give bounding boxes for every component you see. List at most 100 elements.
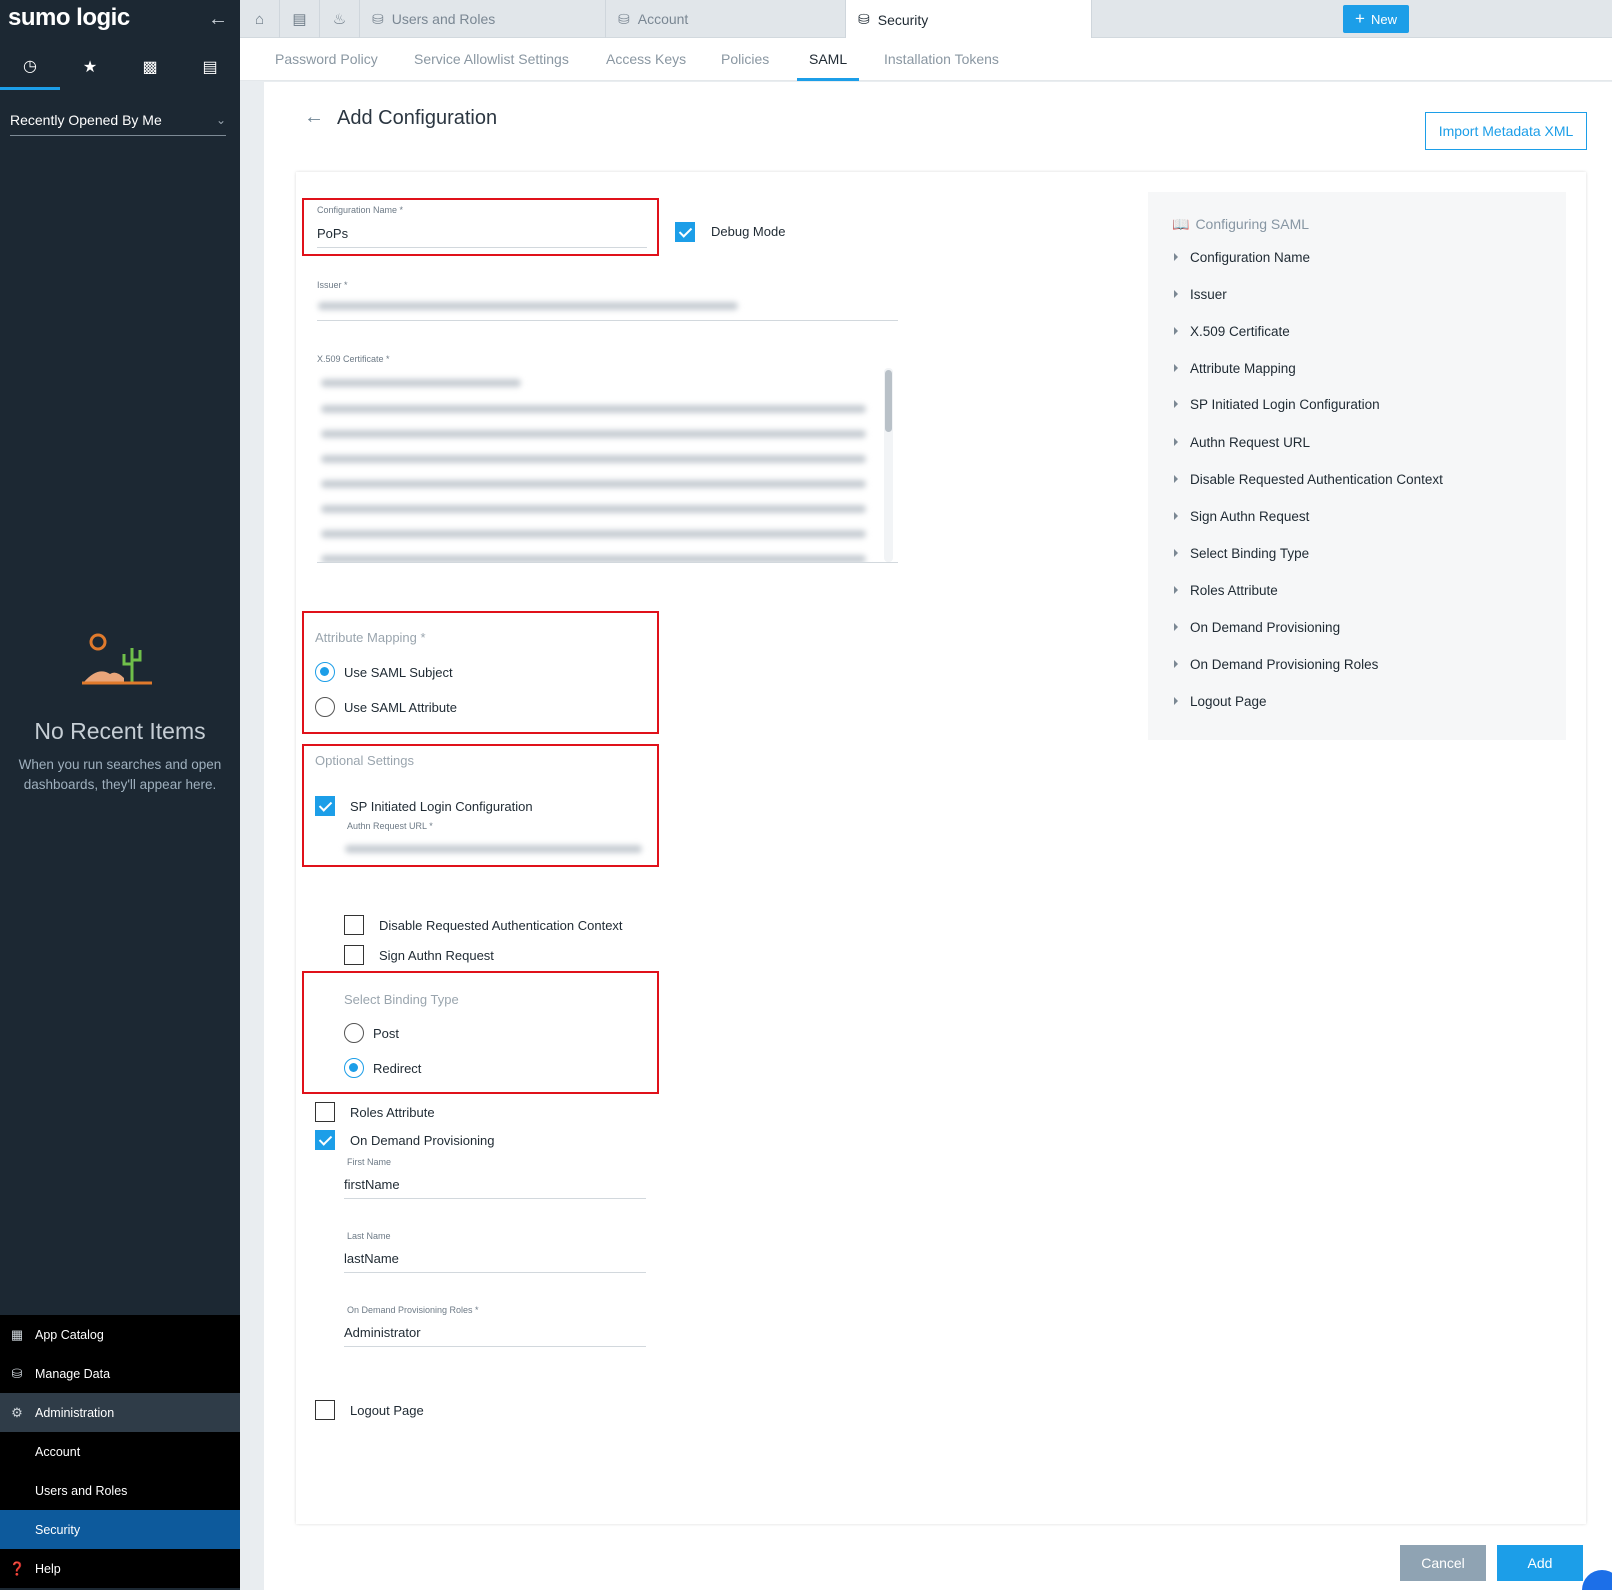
gear-icon: ⚙: [11, 1404, 23, 1420]
caret-right-icon: [1174, 400, 1178, 409]
database-icon: ⛁: [11, 1365, 23, 1381]
bell-icon[interactable]: ♨: [320, 0, 360, 38]
nav-label: Users and Roles: [35, 1483, 128, 1498]
recent-tab-clock-icon[interactable]: ◷: [0, 44, 60, 90]
empty-state: No Recent Items When you run searches an…: [0, 630, 240, 795]
help-link-binding-type[interactable]: Select Binding Type: [1174, 546, 1309, 561]
page-title: Add Configuration: [337, 107, 498, 129]
personal-folder-icon[interactable]: ▩: [120, 44, 180, 90]
help-link-roles-attribute[interactable]: Roles Attribute: [1174, 583, 1278, 598]
nav-manage-data[interactable]: ⛁ Manage Data: [0, 1354, 240, 1393]
first-name-label: First Name: [347, 1157, 392, 1167]
logout-page-checkbox[interactable]: [315, 1400, 335, 1420]
back-arrow-icon[interactable]: ←: [304, 106, 324, 129]
folder-icon[interactable]: ▤: [280, 0, 320, 38]
import-metadata-xml-button[interactable]: Import Metadata XML: [1425, 112, 1587, 150]
recent-filter-select[interactable]: Recently Opened By Me ⌄: [10, 104, 226, 136]
chevron-down-icon: ⌄: [215, 112, 226, 127]
library-folder-icon[interactable]: ▤: [180, 44, 240, 90]
new-tab-button[interactable]: + New: [1343, 5, 1409, 33]
logout-page-label: Logout Page: [350, 1403, 424, 1418]
tab-security[interactable]: ⛁ Security: [846, 0, 1092, 39]
sign-authn-request-checkbox[interactable]: [344, 945, 364, 965]
help-link-on-demand-provisioning[interactable]: On Demand Provisioning: [1174, 620, 1340, 635]
roles-attribute-label: Roles Attribute: [350, 1105, 435, 1120]
nav-security[interactable]: Security: [0, 1510, 240, 1549]
roles-attribute-checkbox[interactable]: [315, 1102, 335, 1122]
nav-users-and-roles[interactable]: Users and Roles: [0, 1471, 240, 1510]
issuer-value-redacted[interactable]: [318, 302, 738, 310]
subnav-password-policy[interactable]: Password Policy: [275, 38, 378, 81]
last-name-input[interactable]: lastName: [344, 1251, 399, 1266]
sidebar-tabs: ◷ ★ ▩ ▤: [0, 44, 240, 90]
debug-mode-label: Debug Mode: [711, 224, 786, 239]
help-link-issuer[interactable]: Issuer: [1174, 287, 1227, 302]
security-subnav: Password Policy Service Allowlist Settin…: [240, 38, 1612, 81]
last-name-label: Last Name: [347, 1231, 391, 1241]
certificate-scrollbar[interactable]: [884, 368, 893, 562]
nav-label: Account: [35, 1444, 81, 1459]
help-link-attribute-mapping[interactable]: Attribute Mapping: [1174, 361, 1296, 376]
help-link-sp-initiated[interactable]: SP Initiated Login Configuration: [1174, 397, 1380, 412]
sidebar: sumo logic ← ◷ ★ ▩ ▤ Recently Opened By …: [0, 0, 240, 1590]
nav-label: Security: [35, 1522, 81, 1537]
database-icon: ⛁: [618, 10, 630, 27]
nav-administration[interactable]: ⚙ Administration: [0, 1393, 240, 1432]
database-icon: ⛁: [858, 11, 870, 27]
certificate-label: X.509 Certificate *: [317, 354, 390, 364]
caret-right-icon: [1174, 438, 1178, 447]
subnav-installation-tokens[interactable]: Installation Tokens: [884, 38, 999, 81]
use-saml-subject-radio[interactable]: [315, 662, 335, 682]
on-demand-provisioning-label: On Demand Provisioning: [350, 1133, 495, 1148]
nav-app-catalog[interactable]: ▦ App Catalog: [0, 1315, 240, 1354]
odp-roles-underline: [344, 1346, 646, 1347]
subnav-saml[interactable]: SAML: [797, 38, 860, 81]
help-link-odp-roles[interactable]: On Demand Provisioning Roles: [1174, 657, 1378, 672]
authn-request-url-label: Authn Request URL *: [347, 821, 433, 831]
cancel-button[interactable]: Cancel: [1400, 1545, 1486, 1581]
first-name-input[interactable]: firstName: [344, 1177, 400, 1192]
help-link-configuration-name[interactable]: Configuration Name: [1174, 250, 1310, 265]
help-link-logout-page[interactable]: Logout Page: [1174, 694, 1267, 709]
binding-redirect-radio[interactable]: [344, 1058, 364, 1078]
collapse-sidebar-icon[interactable]: ←: [208, 8, 228, 31]
debug-mode-checkbox[interactable]: [675, 222, 695, 242]
top-tab-bar: ⌂ ▤ ♨ ⛁ Users and Roles ⛁ Account ⛁ Secu…: [240, 0, 1612, 39]
nav-help[interactable]: ❓ Help: [0, 1549, 240, 1588]
help-link-sign-authn[interactable]: Sign Authn Request: [1174, 509, 1309, 524]
sp-initiated-checkbox[interactable]: [315, 796, 335, 816]
binding-post-label: Post: [373, 1026, 400, 1041]
first-name-underline: [344, 1198, 646, 1199]
help-link-disable-requested[interactable]: Disable Requested Authentication Context: [1174, 472, 1443, 487]
caret-right-icon: [1174, 327, 1178, 336]
caret-right-icon: [1174, 290, 1178, 299]
config-name-input[interactable]: PoPs: [317, 226, 348, 241]
home-icon[interactable]: ⌂: [240, 0, 280, 38]
caret-right-icon: [1174, 475, 1178, 484]
new-button-label: New: [1370, 11, 1397, 27]
nav-account[interactable]: Account: [0, 1432, 240, 1471]
authn-request-url-redacted[interactable]: [345, 845, 642, 853]
binding-post-radio[interactable]: [344, 1023, 364, 1043]
tab-account[interactable]: ⛁ Account: [606, 0, 846, 38]
favorites-tab-star-icon[interactable]: ★: [60, 44, 120, 90]
config-name-underline: [317, 247, 647, 248]
subnav-service-allowlist[interactable]: Service Allowlist Settings: [414, 38, 569, 81]
attribute-mapping-label: Attribute Mapping *: [315, 630, 426, 645]
subnav-policies[interactable]: Policies: [721, 38, 769, 81]
add-button[interactable]: Add: [1497, 1545, 1583, 1581]
disable-requested-auth-checkbox[interactable]: [344, 915, 364, 935]
subnav-access-keys[interactable]: Access Keys: [606, 38, 686, 81]
tab-users-and-roles[interactable]: ⛁ Users and Roles: [360, 0, 606, 38]
caret-right-icon: [1174, 364, 1178, 373]
sp-initiated-label: SP Initiated Login Configuration: [350, 799, 533, 814]
on-demand-provisioning-checkbox[interactable]: [315, 1130, 335, 1150]
binding-type-label: Select Binding Type: [344, 992, 459, 1007]
use-saml-subject-label: Use SAML Subject: [344, 665, 453, 680]
help-link-authn-request-url[interactable]: Authn Request URL: [1174, 435, 1310, 450]
odp-roles-input[interactable]: Administrator: [344, 1325, 421, 1340]
use-saml-attribute-radio[interactable]: [315, 697, 335, 717]
help-link-x509-certificate[interactable]: X.509 Certificate: [1174, 324, 1290, 339]
certificate-textarea[interactable]: [317, 365, 898, 563]
caret-right-icon: [1174, 586, 1178, 595]
